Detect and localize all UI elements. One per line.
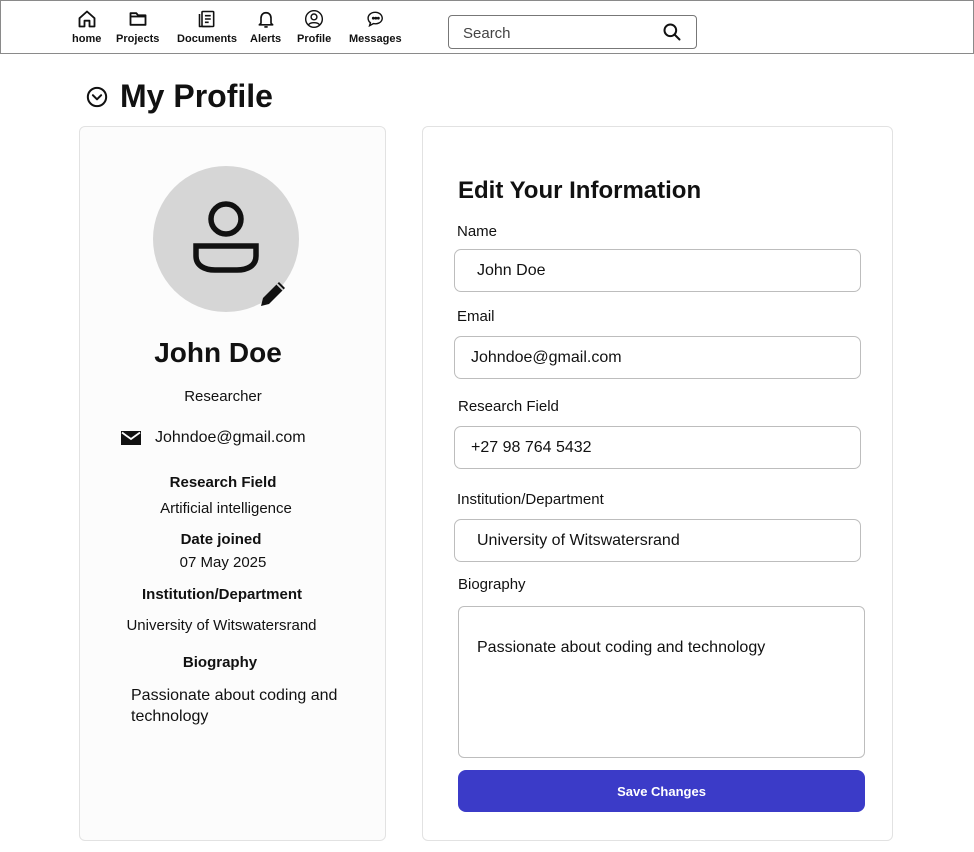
institution-label: Institution/Department (457, 491, 604, 508)
profile-role: Researcher (184, 388, 262, 405)
research-field-label: Research Field (458, 398, 559, 415)
nav-item-documents[interactable]: Documents (173, 9, 241, 45)
nav-item-home[interactable]: home (72, 9, 101, 45)
research-field-value: Artificial intelligence (160, 500, 292, 517)
name-label: Name (457, 223, 498, 240)
home-icon (78, 10, 96, 28)
nav-item-alerts[interactable]: Alerts (250, 9, 281, 45)
top-nav-bar: home Projects Documents Alerts Profile M… (0, 0, 974, 54)
nav-label-profile: Profile (297, 33, 332, 45)
research-field-label: Research Field (169, 474, 277, 491)
email-field[interactable] (454, 336, 861, 379)
biography-value: Passionate about coding and technology (131, 687, 338, 725)
nav-label-home: home (72, 33, 102, 45)
profile-name: John Doe (154, 337, 282, 368)
chat-bubble-icon (367, 11, 384, 28)
page-title-row: My Profile (86, 78, 273, 115)
folder-icon (129, 12, 147, 26)
institution-label: Institution/Department (142, 586, 302, 603)
profile-email: Johndoe@gmail.com (155, 429, 306, 446)
name-field[interactable] (454, 249, 861, 292)
mail-icon (121, 431, 141, 445)
nav-item-messages[interactable]: Messages (349, 9, 402, 45)
search-box (448, 15, 697, 49)
nav-label-documents: Documents (177, 33, 237, 45)
chevron-down-circle-icon[interactable] (86, 86, 108, 108)
nav-item-projects[interactable]: Projects (116, 9, 159, 45)
biography-textarea[interactable]: Passionate about coding and technology (458, 606, 865, 758)
user-circle-icon (305, 9, 324, 29)
page-title: My Profile (120, 78, 273, 114)
documents-icon (198, 10, 215, 28)
avatar (153, 166, 299, 312)
search-icon[interactable] (662, 22, 682, 42)
bell-icon (258, 11, 274, 28)
save-changes-button[interactable]: Save Changes (458, 770, 865, 812)
biography-label: Biography (458, 576, 526, 593)
biography-label: Biography (182, 654, 258, 671)
date-joined-value: 07 May 2025 (179, 554, 267, 571)
pencil-edit-icon[interactable] (257, 276, 291, 310)
edit-information-form: Edit Your Information Name Email Researc… (422, 126, 893, 841)
nav-label-messages: Messages (349, 33, 402, 45)
research-field-input[interactable] (454, 426, 861, 469)
form-title: Edit Your Information (458, 177, 702, 204)
nav-item-profile[interactable]: Profile (297, 9, 331, 45)
user-avatar-icon (193, 201, 259, 273)
nav-label-projects: Projects (116, 33, 160, 45)
nav-label-alerts: Alerts (250, 33, 282, 45)
profile-summary-card: John Doe Researcher Johndoe@gmail.com Re… (79, 126, 386, 841)
search-input[interactable] (463, 23, 653, 43)
date-joined-label: Date joined (180, 531, 262, 548)
email-label: Email (457, 308, 495, 325)
institution-field[interactable] (454, 519, 861, 562)
institution-value: University of Witswatersrand (126, 617, 317, 634)
